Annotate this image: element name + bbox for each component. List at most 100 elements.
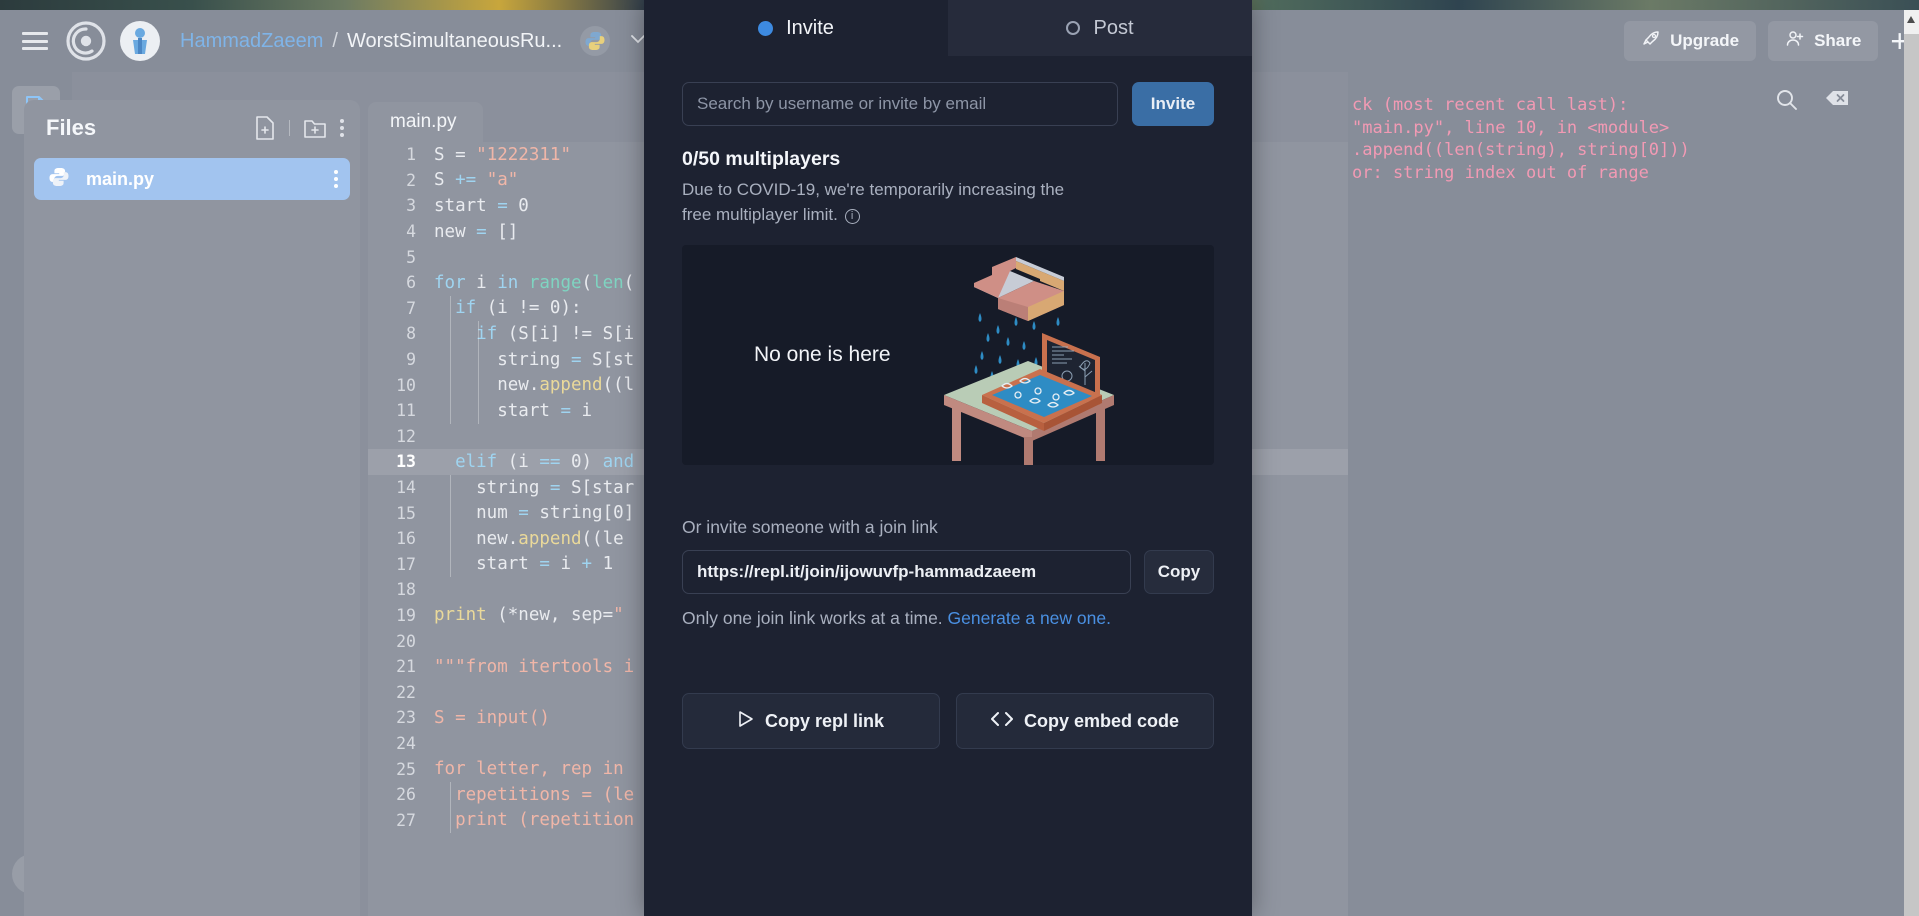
- line-number: 23: [396, 708, 416, 728]
- upgrade-button[interactable]: Upgrade: [1624, 21, 1757, 61]
- rocket-icon: [1641, 29, 1661, 54]
- code-text: start = i + 1: [434, 554, 614, 575]
- list-item-label: main.py: [86, 168, 155, 189]
- code-text: start = 0: [434, 195, 529, 216]
- modal-tabs: Invite Post: [644, 0, 1252, 56]
- code-text: print (*new, sep=": [434, 605, 624, 626]
- empty-state-label: No one is here: [754, 343, 891, 366]
- line-number: 19: [396, 605, 416, 625]
- tab-main-py[interactable]: main.py: [368, 102, 483, 142]
- breadcrumb-repl-name[interactable]: WorstSimultaneousRu...: [347, 30, 562, 53]
- multiplayer-note: Due to COVID-19, we're temporarily incre…: [682, 177, 1082, 227]
- hamburger-menu-icon[interactable]: [22, 32, 48, 50]
- copy-repl-link-label: Copy repl link: [764, 710, 885, 731]
- line-number: 9: [406, 350, 416, 370]
- copy-repl-link-button[interactable]: Copy repl link: [682, 693, 940, 749]
- breadcrumb: HammadZaeem / WorstSimultaneousRu...: [180, 30, 562, 53]
- copy-embed-code-label: Copy embed code: [1023, 710, 1180, 731]
- join-link-note: Only one join link works at a time. Gene…: [682, 608, 1214, 629]
- console-pane: ck (most recent call last): "main.py", li…: [1348, 72, 1905, 916]
- line-number: 1: [406, 145, 416, 165]
- empty-state-illustration: No one is here: [682, 245, 1214, 465]
- join-link-input[interactable]: [682, 550, 1131, 594]
- code-text: elif (i == 0) and: [455, 451, 635, 472]
- line-number: 6: [406, 273, 416, 293]
- line-number: 2: [406, 170, 416, 190]
- share-label: Share: [1814, 31, 1862, 50]
- line-number: 16: [396, 529, 416, 549]
- clear-console-icon[interactable]: [1825, 88, 1851, 117]
- python-logo-icon[interactable]: [580, 26, 611, 56]
- console-line: "main.py", line 10, in <module>: [1352, 117, 1670, 138]
- code-text: repetitions = (le: [434, 784, 635, 805]
- scroll-up-arrow-icon[interactable]: [1907, 16, 1915, 23]
- line-number: 24: [396, 733, 416, 753]
- new-file-icon[interactable]: [254, 116, 276, 140]
- tab-invite-label: Invite: [786, 16, 834, 39]
- search-icon[interactable]: [1775, 88, 1799, 117]
- indent-guide: [450, 295, 451, 424]
- copy-join-link-button[interactable]: Copy: [1144, 550, 1214, 594]
- tab-post[interactable]: Post: [948, 0, 1252, 56]
- person-add-icon: [1785, 29, 1805, 54]
- code-text: new.append((le: [434, 528, 624, 549]
- code-text: start = i: [434, 400, 593, 421]
- avatar[interactable]: [120, 21, 160, 61]
- line-number: 26: [396, 785, 416, 805]
- scrollbar-thumb[interactable]: [1904, 34, 1919, 916]
- line-number: 17: [396, 554, 416, 574]
- radio-unselected-icon: [1066, 21, 1081, 35]
- line-number: 14: [396, 478, 416, 498]
- files-panel: Files main.py: [24, 100, 360, 916]
- line-number: 11: [396, 401, 416, 421]
- code-text: new.append((l: [434, 375, 635, 396]
- upgrade-label: Upgrade: [1670, 31, 1740, 50]
- replit-ide-window: HammadZaeem / WorstSimultaneousRu... Upg…: [0, 0, 1919, 916]
- line-number: 25: [396, 759, 416, 779]
- toolbar-divider: [289, 120, 290, 136]
- line-number: 13: [396, 452, 416, 472]
- files-menu-icon[interactable]: [340, 119, 344, 137]
- breadcrumb-user[interactable]: HammadZaeem: [180, 30, 323, 53]
- code-text: if (S[i] != S[i: [476, 323, 635, 344]
- info-icon[interactable]: i: [844, 209, 860, 224]
- python-file-icon: [48, 166, 70, 193]
- line-number: 20: [396, 631, 416, 651]
- code-text: for i in range(len(: [434, 272, 635, 293]
- join-link-label: Or invite someone with a join link: [682, 517, 938, 537]
- replit-logo-icon[interactable]: [66, 21, 106, 61]
- tab-invite[interactable]: Invite: [644, 0, 948, 56]
- code-text: new = []: [434, 221, 519, 242]
- code-text: S = input(): [434, 707, 550, 728]
- indent-guide: [450, 782, 451, 834]
- file-menu-icon[interactable]: [334, 170, 338, 188]
- console-line: .append((len(string), string[0])): [1352, 140, 1690, 160]
- generate-new-link[interactable]: Generate a new one.: [948, 608, 1111, 628]
- line-number: 5: [406, 247, 416, 267]
- line-number: 8: [406, 324, 416, 344]
- code-text: S += "a": [434, 170, 519, 191]
- invite-search-input[interactable]: [682, 82, 1118, 126]
- list-item-main-py[interactable]: main.py: [34, 158, 350, 200]
- join-link-note-text: Only one join link works at a time.: [682, 608, 948, 628]
- line-number: 27: [396, 810, 416, 830]
- new-folder-icon[interactable]: [303, 117, 327, 139]
- line-number: 22: [396, 682, 416, 702]
- copy-embed-code-button[interactable]: Copy embed code: [956, 693, 1214, 749]
- share-button[interactable]: Share: [1768, 21, 1879, 61]
- radio-selected-icon: [758, 20, 774, 36]
- line-number: 3: [406, 196, 416, 216]
- code-text: for letter, rep in: [434, 759, 624, 780]
- files-title: Files: [46, 115, 97, 140]
- indent-guide: [450, 474, 451, 578]
- breadcrumb-separator: /: [332, 29, 338, 52]
- invite-button[interactable]: Invite: [1132, 82, 1214, 126]
- console-line: or: string index out of range: [1352, 162, 1649, 183]
- code-text: string = S[st: [434, 349, 635, 370]
- join-link-row: Copy: [682, 550, 1214, 594]
- invite-modal: Invite Post Invite 0/50 multiplayers Due…: [644, 0, 1252, 916]
- code-brackets-icon: [990, 711, 1013, 732]
- line-number: 10: [396, 375, 416, 395]
- code-text: """from itertools i: [434, 656, 635, 677]
- page-scrollbar[interactable]: [1904, 10, 1919, 916]
